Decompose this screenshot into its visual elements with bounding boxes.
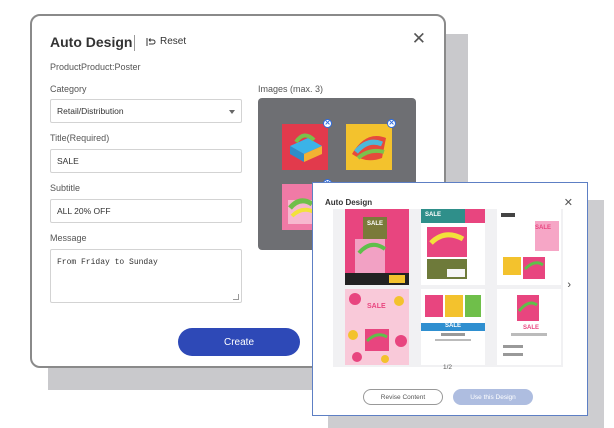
product-line: ProductProduct:Poster xyxy=(50,62,141,72)
chevron-right-icon[interactable]: › xyxy=(567,279,571,291)
resize-grip-icon[interactable] xyxy=(233,294,239,300)
reset-button[interactable]: Reset xyxy=(146,36,186,47)
card-sale-text: SALE xyxy=(367,221,384,227)
subtitle-input[interactable]: ALL 20% OFF xyxy=(50,199,242,223)
design-preview-image xyxy=(345,289,409,365)
reset-icon xyxy=(146,37,156,46)
card-sale-text: SALE xyxy=(445,323,462,329)
message-textarea[interactable]: From Friday to Sunday xyxy=(50,249,242,303)
image-thumbnail[interactable] xyxy=(282,124,328,170)
page-indicator: 1/2 xyxy=(443,364,453,371)
images-label: Images (max. 3) xyxy=(258,84,324,94)
message-value: From Friday to Sunday xyxy=(57,258,158,267)
category-select[interactable]: Retail/Distribution xyxy=(50,99,242,123)
dialog-title: Auto Design xyxy=(50,34,133,50)
results-title: Auto Design xyxy=(325,198,373,207)
chevron-down-icon xyxy=(229,110,235,114)
product-image xyxy=(346,124,392,170)
title-divider xyxy=(134,35,135,51)
design-card[interactable]: SALE xyxy=(345,209,409,285)
remove-image-icon[interactable]: ✕ xyxy=(387,119,396,128)
design-preview-image xyxy=(497,209,561,285)
design-preview-image xyxy=(421,209,485,285)
close-icon[interactable]: ✕ xyxy=(412,30,426,47)
title-value: SALE xyxy=(57,156,79,166)
design-card[interactable]: SALE xyxy=(345,289,409,365)
design-card[interactable]: SALE xyxy=(421,209,485,285)
reset-label: Reset xyxy=(160,36,187,47)
card-sale-text: SALE xyxy=(523,325,540,331)
design-card[interactable]: SALE xyxy=(497,289,561,365)
screen: Auto Design Reset ✕ ProductProduct:Poste… xyxy=(0,0,614,428)
title-label: Title(Required) xyxy=(50,133,110,143)
design-card[interactable]: SALE xyxy=(421,289,485,365)
message-label: Message xyxy=(50,233,87,243)
design-card[interactable]: SALE xyxy=(497,209,561,285)
category-value: Retail/Distribution xyxy=(57,106,124,116)
design-results-dialog: Auto Design ✕ SALE SALE SALE SALE SALE S… xyxy=(312,182,588,416)
design-grid: SALE SALE SALE SALE SALE SALE xyxy=(333,209,563,367)
subtitle-label: Subtitle xyxy=(50,183,81,193)
product-image xyxy=(282,124,328,170)
card-sale-text: SALE xyxy=(425,212,442,218)
remove-image-icon[interactable]: ✕ xyxy=(323,119,332,128)
subtitle-value: ALL 20% OFF xyxy=(57,206,111,216)
create-button[interactable]: Create xyxy=(178,328,300,356)
card-sale-text: SALE xyxy=(535,225,552,231)
close-icon[interactable]: ✕ xyxy=(564,196,573,209)
use-this-design-button[interactable]: Use this Design xyxy=(453,389,533,405)
image-thumbnail[interactable] xyxy=(346,124,392,170)
title-input[interactable]: SALE xyxy=(50,149,242,173)
category-label: Category xyxy=(50,84,87,94)
card-sale-text: SALE xyxy=(367,303,386,310)
revise-content-button[interactable]: Revise Content xyxy=(363,389,443,405)
